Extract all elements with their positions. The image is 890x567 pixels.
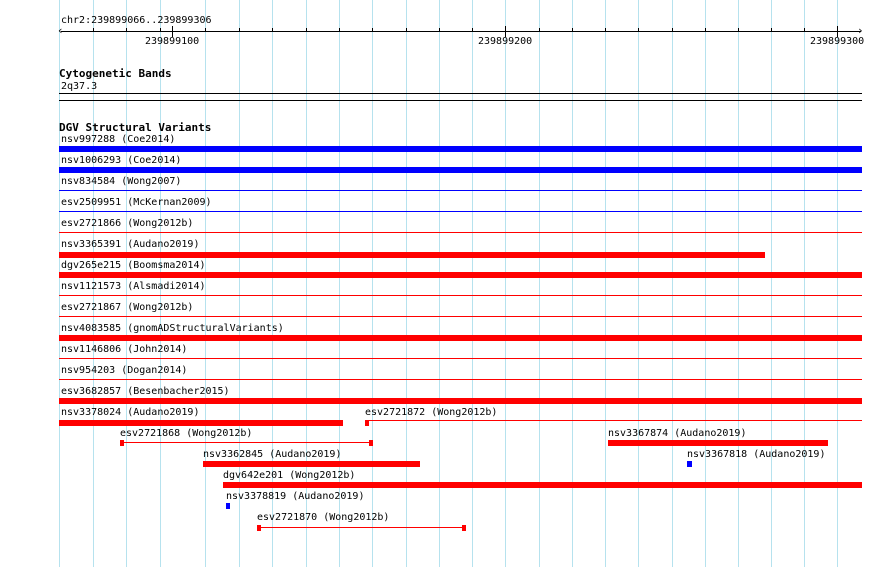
genome-browser-panel: chr2:239899066..239899306 ‹ › 239899100 239… <box>0 0 890 567</box>
variant-bar[interactable] <box>120 442 373 443</box>
variant-label[interactable]: esv2721872 (Wong2012b) <box>365 407 497 418</box>
variant-label[interactable]: nsv3367874 (Audano2019) <box>608 428 746 439</box>
ruler-minor-tick <box>239 28 240 32</box>
cytoband-label: 2q37.3 <box>61 81 98 92</box>
ruler-minor-tick <box>738 28 739 32</box>
variant-bar[interactable] <box>226 503 230 509</box>
ruler-axis-line <box>61 31 861 32</box>
ruler-minor-tick <box>605 28 606 32</box>
variant-label[interactable]: nsv834584 (Wong2007) <box>61 176 181 187</box>
variant-extent-line <box>369 420 862 421</box>
ruler-tick-label: 239899300 <box>810 36 865 47</box>
ruler-minor-tick <box>160 28 161 32</box>
ruler-tick-label: 239899200 <box>478 36 533 47</box>
variant-label[interactable]: esv3682857 (Besenbacher2015) <box>61 386 230 397</box>
variant-label[interactable]: esv2721870 (Wong2012b) <box>257 512 389 523</box>
grid-line <box>59 0 60 567</box>
variant-end-marker <box>462 525 466 531</box>
variant-label[interactable]: nsv3367818 (Audano2019) <box>687 449 825 460</box>
ruler-minor-tick <box>406 28 407 32</box>
dgv-track-title: DGV Structural Variants <box>59 121 212 134</box>
variant-label[interactable]: nsv3378819 (Audano2019) <box>226 491 364 502</box>
ruler-minor-tick <box>372 28 373 32</box>
variant-label[interactable]: nsv1146806 (John2014) <box>61 344 187 355</box>
ruler-minor-tick <box>539 28 540 32</box>
variant-label[interactable]: nsv3362845 (Audano2019) <box>203 449 341 460</box>
variant-label[interactable]: nsv3378024 (Audano2019) <box>61 407 199 418</box>
ruler-minor-tick <box>472 28 473 32</box>
variant-label[interactable]: nsv4083585 (gnomADStructuralVariants) <box>61 323 284 334</box>
variant-bar[interactable] <box>59 167 862 173</box>
variant-bar[interactable] <box>687 461 692 467</box>
ruler-left-arrow-icon: ‹ <box>57 24 64 37</box>
variant-bar[interactable] <box>59 190 862 191</box>
variant-bar[interactable] <box>59 252 765 258</box>
ruler-minor-tick <box>205 28 206 32</box>
variant-bar[interactable] <box>59 272 862 278</box>
variant-label[interactable]: dgv265e215 (Boomsma2014) <box>61 260 206 271</box>
ruler-right-arrow-icon: › <box>857 24 864 37</box>
variant-label[interactable]: nsv3365391 (Audano2019) <box>61 239 199 250</box>
ruler-minor-tick <box>572 28 573 32</box>
variant-bar[interactable] <box>257 527 466 528</box>
variant-label[interactable]: esv2509951 (McKernan2009) <box>61 197 212 208</box>
variant-bar[interactable] <box>223 482 862 488</box>
cytoband-track-title: Cytogenetic Bands <box>59 67 172 80</box>
ruler-minor-tick <box>93 28 94 32</box>
variant-label[interactable]: nsv1006293 (Coe2014) <box>61 155 181 166</box>
ruler-region-label: chr2:239899066..239899306 <box>61 15 212 26</box>
variant-bar[interactable] <box>59 211 862 212</box>
variant-label[interactable]: dgv642e201 (Wong2012b) <box>223 470 355 481</box>
variant-bar[interactable] <box>59 420 343 426</box>
variant-label[interactable]: esv2721866 (Wong2012b) <box>61 218 193 229</box>
ruler-minor-tick <box>804 28 805 32</box>
variant-bar[interactable] <box>59 232 862 233</box>
variant-bar[interactable] <box>59 379 862 380</box>
variant-label[interactable]: nsv954203 (Dogan2014) <box>61 365 187 376</box>
variant-bar[interactable] <box>59 316 862 317</box>
variant-end-marker <box>369 440 373 446</box>
variant-label[interactable]: esv2721868 (Wong2012b) <box>120 428 252 439</box>
variant-bar[interactable] <box>59 146 862 152</box>
variant-label[interactable]: nsv1121573 (Alsmadi2014) <box>61 281 206 292</box>
variant-bar[interactable] <box>59 335 862 341</box>
variant-bar[interactable] <box>59 295 862 296</box>
variant-bar[interactable] <box>608 440 828 446</box>
variant-label[interactable]: nsv997288 (Coe2014) <box>61 134 175 145</box>
cytoband-top-border <box>59 93 862 94</box>
variant-bar[interactable] <box>203 461 420 467</box>
cytoband-bottom-border <box>59 100 862 101</box>
variant-label[interactable]: esv2721867 (Wong2012b) <box>61 302 193 313</box>
variant-end-marker <box>257 525 261 531</box>
ruler-minor-tick <box>272 28 273 32</box>
ruler-minor-tick <box>306 28 307 32</box>
ruler-minor-tick <box>126 28 127 32</box>
ruler-tick-label: 239899100 <box>145 36 200 47</box>
ruler-minor-tick <box>705 28 706 32</box>
ruler-minor-tick <box>672 28 673 32</box>
ruler-minor-tick <box>771 28 772 32</box>
ruler-minor-tick <box>638 28 639 32</box>
ruler-minor-tick <box>339 28 340 32</box>
variant-end-marker <box>120 440 124 446</box>
variant-bar[interactable] <box>59 358 862 359</box>
variant-bar[interactable] <box>59 398 862 404</box>
ruler-minor-tick <box>439 28 440 32</box>
